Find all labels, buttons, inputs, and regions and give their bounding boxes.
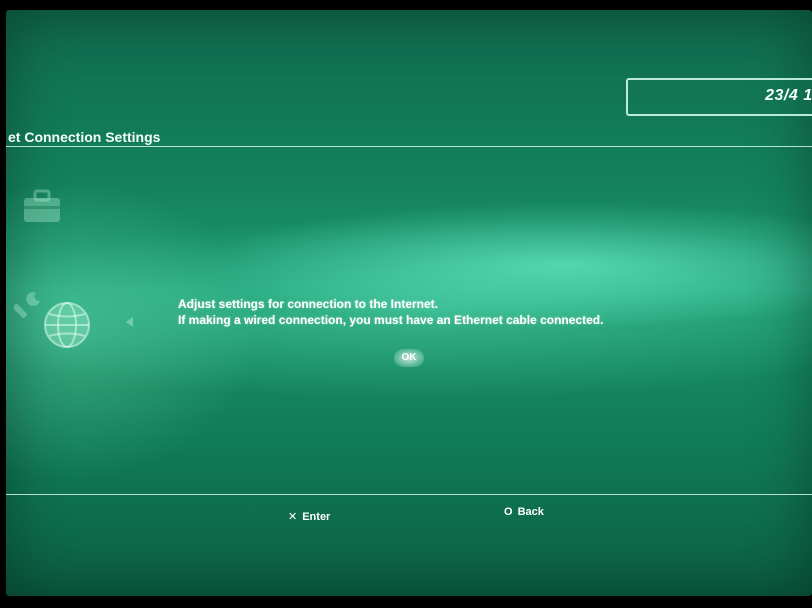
arrow-left-icon [126,317,133,327]
clock-text: 23/4 16 [765,87,812,104]
enter-hint[interactable]: ✕ Enter [288,510,330,523]
dialog-line-2: If making a wired connection, you must h… [178,313,604,327]
dialog-message: Adjust settings for connection to the In… [178,296,603,328]
enter-label: Enter [302,511,331,523]
circle-icon: O [504,506,513,518]
ok-button[interactable]: OK [394,349,424,367]
toolbox-icon [24,189,60,222]
tv-frame: 23/4 16 et Connection Settings A [0,0,812,608]
footer-divider [6,494,812,495]
back-hint[interactable]: O Back [504,506,544,518]
page-title: et Connection Settings [8,129,161,145]
screen: 23/4 16 et Connection Settings A [6,10,812,596]
dialog-line-1: Adjust settings for connection to the In… [178,297,439,311]
back-label: Back [517,506,544,518]
title-divider [6,146,812,147]
clock-box: 23/4 16 [626,78,812,116]
cross-icon: ✕ [288,511,298,523]
globe-icon [44,302,90,348]
